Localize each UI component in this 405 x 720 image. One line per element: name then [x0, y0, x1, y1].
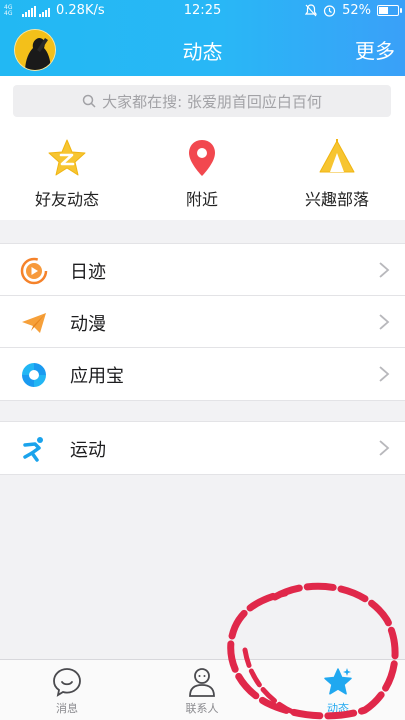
message-bubble-icon	[51, 666, 83, 698]
mute-icon	[305, 4, 318, 17]
bottom-tab-bar: 消息 联系人 动态	[0, 659, 405, 720]
quick-label: 兴趣部落	[304, 190, 369, 209]
battery-icon	[377, 5, 402, 16]
list-item-dongman[interactable]: 动漫	[0, 296, 405, 348]
feature-list: 日迹 动漫 应用宝	[0, 243, 405, 401]
tab-label: 联系人	[185, 702, 219, 715]
tab-label: 动态	[327, 702, 349, 715]
chevron-right-icon	[379, 366, 390, 382]
contacts-icon	[186, 666, 218, 698]
paper-plane-icon	[20, 309, 48, 337]
list-label: 日迹	[70, 262, 106, 283]
quick-nearby[interactable]: 附近	[142, 138, 262, 210]
chevron-right-icon	[379, 440, 390, 456]
friends-feed-star-icon	[47, 138, 87, 178]
tent-icon	[317, 138, 357, 178]
list-item-yingyongbao[interactable]: 应用宝	[0, 348, 405, 400]
battery-percent: 52%	[342, 3, 371, 18]
app-store-icon	[20, 361, 48, 389]
chevron-right-icon	[379, 314, 390, 330]
battery-fill	[379, 7, 388, 14]
status-right: 52%	[305, 3, 402, 18]
tab-contacts[interactable]: 联系人	[152, 666, 252, 716]
sports-list: 运动	[0, 421, 405, 475]
list-label: 应用宝	[70, 366, 124, 387]
list-label: 动漫	[70, 314, 106, 335]
tab-activity[interactable]: 动态	[288, 666, 388, 716]
search-section: 大家都在搜: 张爱朋首回应白百何	[0, 76, 405, 126]
quick-label: 好友动态	[34, 190, 99, 209]
search-input[interactable]: 大家都在搜: 张爱朋首回应白百何	[13, 85, 391, 117]
running-icon	[20, 435, 48, 463]
list-item-yundong[interactable]: 运动	[0, 422, 405, 474]
search-placeholder: 大家都在搜: 张爱朋首回应白百何	[102, 92, 322, 111]
status-bar: 4G 4G 0.28K/s 12:25 52%	[0, 0, 405, 22]
tab-label: 消息	[56, 702, 78, 715]
star-icon	[322, 666, 354, 698]
title-bar: 动态 更多	[0, 22, 405, 76]
list-label: 运动	[70, 440, 106, 461]
chevron-right-icon	[379, 262, 390, 278]
quick-label: 附近	[185, 190, 218, 209]
quick-actions: 好友动态 附近 兴趣部落	[0, 126, 405, 220]
quick-interest-tribe[interactable]: 兴趣部落	[277, 138, 397, 210]
location-pin-icon	[182, 138, 222, 178]
alarm-icon	[323, 5, 336, 17]
page-title: 动态	[182, 40, 223, 64]
header: 4G 4G 0.28K/s 12:25 52% 动态 更多	[0, 0, 405, 76]
more-button[interactable]: 更多	[355, 35, 395, 64]
quick-friends-feed[interactable]: 好友动态	[7, 138, 127, 210]
tab-messages[interactable]: 消息	[17, 666, 117, 716]
list-item-riji[interactable]: 日迹	[0, 244, 405, 296]
search-icon	[82, 94, 96, 108]
play-circle-icon	[20, 257, 48, 285]
